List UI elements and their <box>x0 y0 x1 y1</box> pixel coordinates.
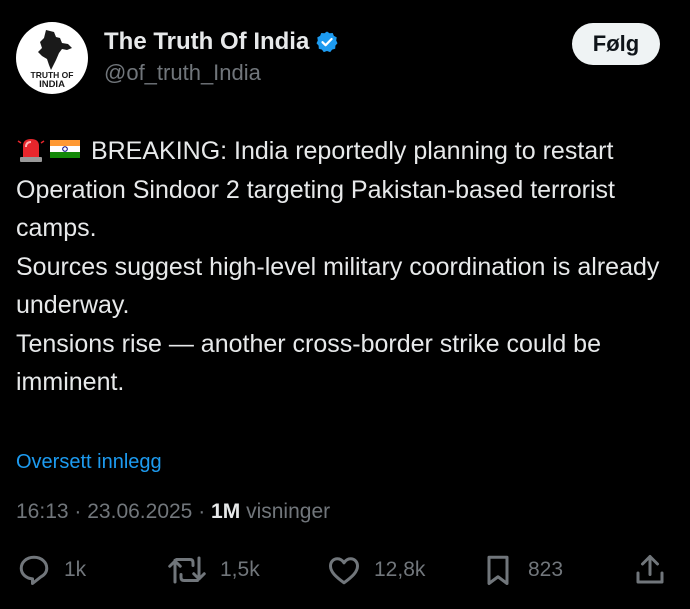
views-count: 1M <box>211 500 241 523</box>
reply-button[interactable]: 1k <box>16 552 86 588</box>
post-metadata: 16:13 · 23.06.2025 · 1M visninger <box>16 500 330 524</box>
bookmark-icon <box>487 555 509 585</box>
bookmark-count: 823 <box>528 558 564 581</box>
separator-dot: · <box>198 500 206 523</box>
avatar[interactable]: TRUTH OF INDIA <box>16 22 88 94</box>
reply-count: 1k <box>64 558 87 581</box>
reply-icon <box>19 555 49 585</box>
separator-dot: · <box>74 500 82 523</box>
india-flag-icon <box>50 136 80 162</box>
display-name[interactable]: The Truth Of India <box>104 28 309 56</box>
author-handle[interactable]: @of_truth_India <box>104 60 261 86</box>
heart-icon <box>329 557 359 585</box>
tweet-paragraph: Tensions rise — another cross-border str… <box>16 329 601 397</box>
repost-button[interactable]: 1,5k <box>166 552 260 588</box>
tweet-paragraph: Sources suggest high-level military coor… <box>16 252 660 320</box>
follow-button[interactable]: Følg <box>572 23 660 65</box>
like-button[interactable]: 12,8k <box>326 552 425 588</box>
like-count: 12,8k <box>374 558 426 581</box>
author-name-row: The Truth Of India <box>104 28 339 56</box>
post-date[interactable]: 23.06.2025 <box>87 500 192 523</box>
views-label: visninger <box>246 500 331 523</box>
post-time[interactable]: 16:13 <box>16 500 69 523</box>
share-icon <box>636 555 664 584</box>
tweet-text: BREAKING: India reportedly planning to r… <box>16 132 676 402</box>
bookmark-button[interactable]: 823 <box>480 552 563 588</box>
repost-count: 1,5k <box>220 558 260 581</box>
avatar-logo-text: INDIA <box>39 79 65 90</box>
tweet-paragraph-text: BREAKING: India reportedly planning to r… <box>16 137 615 242</box>
verified-badge-icon <box>316 31 338 53</box>
action-bar: 1k 1,5k 12,8k 823 <box>0 552 690 592</box>
tweet-paragraph: BREAKING: India reportedly planning to r… <box>16 132 676 248</box>
translate-post-link[interactable]: Oversett innlegg <box>16 451 162 474</box>
share-button[interactable] <box>632 552 668 588</box>
repost-icon <box>168 556 206 584</box>
police-light-icon <box>16 136 46 162</box>
